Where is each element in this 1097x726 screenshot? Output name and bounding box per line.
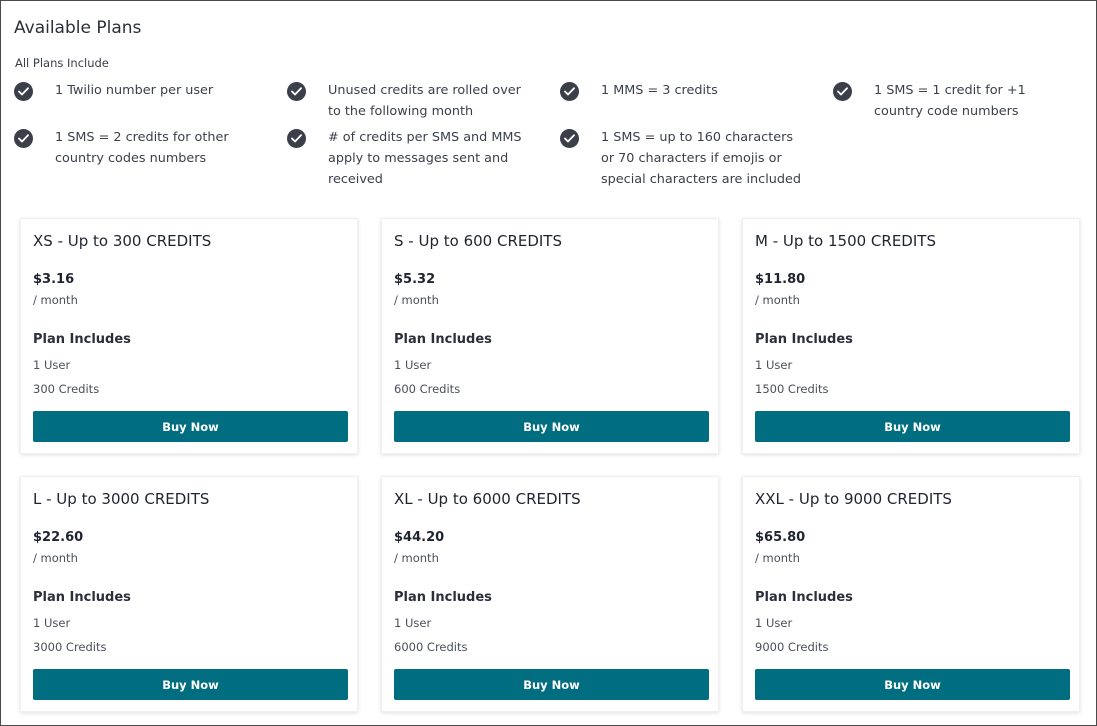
plan-card-m: M - Up to 1500 CREDITS $11.80 / month Pl… [742, 218, 1080, 454]
plan-price: $5.32 [394, 272, 436, 287]
check-circle-icon [560, 129, 579, 148]
plan-title: XXL - Up to 9000 CREDITS [755, 490, 952, 508]
plan-price: $65.80 [755, 530, 806, 545]
buy-now-button[interactable]: Buy Now [33, 669, 348, 700]
feature-item: Unused credits are rolled over to the fo… [287, 80, 532, 122]
feature-text: 1 SMS = 2 credits for other country code… [55, 130, 229, 166]
plan-title: M - Up to 1500 CREDITS [755, 232, 936, 250]
plan-price: $44.20 [394, 530, 445, 545]
plan-users: 1 User [33, 358, 71, 372]
plan-price: $11.80 [755, 272, 806, 287]
feature-text: 1 SMS = up to 160 characters or 70 chara… [601, 130, 801, 187]
buy-now-button[interactable]: Buy Now [755, 411, 1070, 442]
feature-item: # of credits per SMS and MMS apply to me… [287, 127, 532, 190]
plan-includes-heading: Plan Includes [755, 332, 853, 347]
plan-card-l: L - Up to 3000 CREDITS $22.60 / month Pl… [20, 476, 358, 712]
plan-price: $3.16 [33, 272, 75, 287]
plan-card-xl: XL - Up to 6000 CREDITS $44.20 / month P… [381, 476, 719, 712]
check-circle-icon [287, 129, 306, 148]
feature-text: 1 Twilio number per user [55, 83, 214, 98]
plan-includes-heading: Plan Includes [33, 332, 131, 347]
all-plans-include-label: All Plans Include [15, 56, 109, 70]
check-circle-icon [560, 82, 579, 101]
feature-text: # of credits per SMS and MMS apply to me… [328, 130, 522, 187]
plan-credits: 6000 Credits [394, 640, 468, 654]
plan-users: 1 User [755, 616, 793, 630]
buy-now-button[interactable]: Buy Now [33, 411, 348, 442]
feature-text: 1 MMS = 3 credits [601, 83, 718, 98]
plan-price: $22.60 [33, 530, 84, 545]
feature-item: 1 SMS = up to 160 characters or 70 chara… [560, 127, 805, 190]
plan-period: / month [755, 293, 800, 307]
plan-title: XL - Up to 6000 CREDITS [394, 490, 581, 508]
check-circle-icon [287, 82, 306, 101]
plan-credits: 9000 Credits [755, 640, 829, 654]
plan-users: 1 User [33, 616, 71, 630]
plan-period: / month [33, 551, 78, 565]
plan-title: S - Up to 600 CREDITS [394, 232, 562, 250]
plans-panel: Available Plans All Plans Include 1 Twil… [0, 0, 1097, 726]
plan-users: 1 User [394, 616, 432, 630]
check-circle-icon [14, 129, 33, 148]
plan-users: 1 User [394, 358, 432, 372]
plan-includes-heading: Plan Includes [394, 590, 492, 605]
plan-title: L - Up to 3000 CREDITS [33, 490, 210, 508]
plan-users: 1 User [755, 358, 793, 372]
plan-credits: 1500 Credits [755, 382, 829, 396]
feature-text: Unused credits are rolled over to the fo… [328, 83, 521, 119]
feature-item: 1 MMS = 3 credits [560, 80, 805, 101]
plan-credits: 3000 Credits [33, 640, 107, 654]
buy-now-button[interactable]: Buy Now [755, 669, 1070, 700]
plan-includes-heading: Plan Includes [394, 332, 492, 347]
check-circle-icon [833, 82, 852, 101]
plan-card-xxl: XXL - Up to 9000 CREDITS $65.80 / month … [742, 476, 1080, 712]
plan-period: / month [394, 551, 439, 565]
buy-now-button[interactable]: Buy Now [394, 411, 709, 442]
buy-now-button[interactable]: Buy Now [394, 669, 709, 700]
feature-item: 1 SMS = 1 credit for +1 country code num… [833, 80, 1078, 122]
plan-title: XS - Up to 300 CREDITS [33, 232, 212, 250]
page-title: Available Plans [14, 18, 142, 38]
plan-card-s: S - Up to 600 CREDITS $5.32 / month Plan… [381, 218, 719, 454]
plan-card-xs: XS - Up to 300 CREDITS $3.16 / month Pla… [20, 218, 358, 454]
feature-item: 1 Twilio number per user [14, 80, 259, 101]
plan-includes-heading: Plan Includes [33, 590, 131, 605]
feature-text: 1 SMS = 1 credit for +1 country code num… [874, 83, 1026, 119]
check-circle-icon [14, 82, 33, 101]
feature-item: 1 SMS = 2 credits for other country code… [14, 127, 259, 169]
plan-period: / month [33, 293, 78, 307]
plan-includes-heading: Plan Includes [755, 590, 853, 605]
plan-period: / month [755, 551, 800, 565]
plan-credits: 600 Credits [394, 382, 461, 396]
plan-period: / month [394, 293, 439, 307]
plan-credits: 300 Credits [33, 382, 100, 396]
